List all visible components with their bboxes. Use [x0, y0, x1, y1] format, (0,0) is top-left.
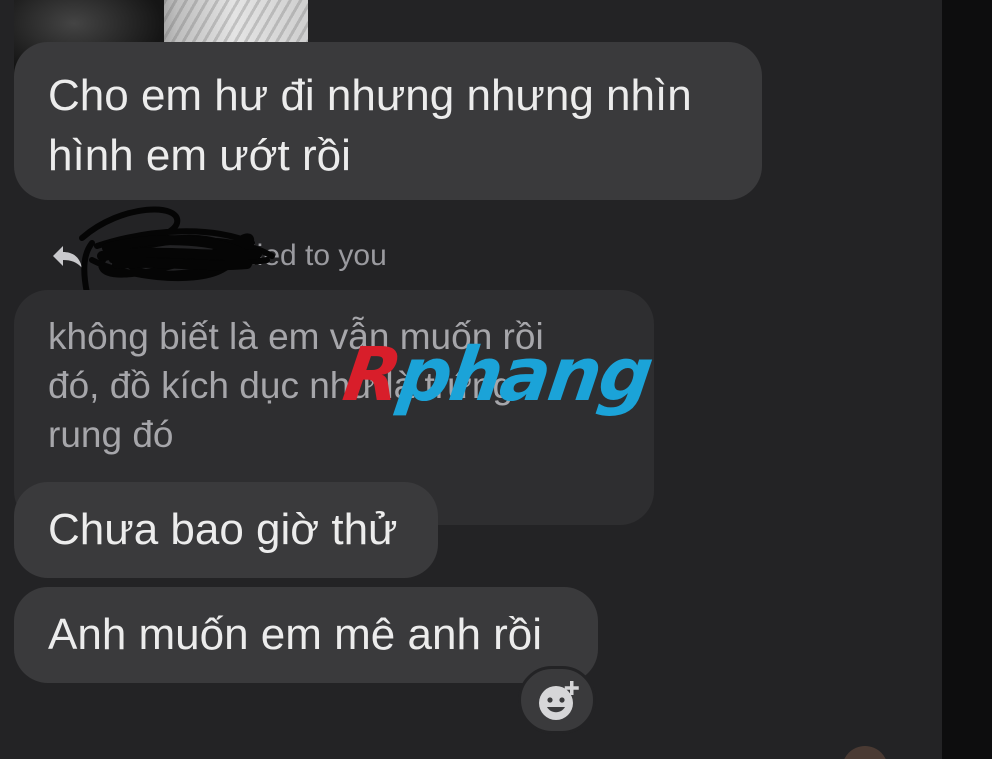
- add-reaction-button[interactable]: [518, 666, 596, 734]
- watermark-logo: Rphang: [338, 332, 657, 422]
- chat-screen: Cho em hư đi nhưng nhưng nhìn hình em ướ…: [0, 0, 992, 759]
- message-bubble[interactable]: Cho em hư đi nhưng nhưng nhìn hình em ướ…: [14, 42, 762, 200]
- screen-edge: [942, 0, 992, 759]
- message-text-line: hình em ướt rồi: [48, 131, 351, 180]
- message-text: Chưa bao giờ thử: [48, 505, 398, 554]
- message-bubble[interactable]: Anh muốn em mê anh rồi: [14, 587, 598, 683]
- watermark-rest: phang: [393, 332, 657, 418]
- message-bubble[interactable]: Chưa bao giờ thử: [14, 482, 438, 578]
- avatar: [842, 746, 888, 759]
- message-text: Anh muốn em mê anh rồi: [48, 610, 543, 659]
- message-text-line: Cho em hư đi nhưng nhưng nhìn: [48, 71, 692, 120]
- add-reaction-icon: [539, 681, 579, 720]
